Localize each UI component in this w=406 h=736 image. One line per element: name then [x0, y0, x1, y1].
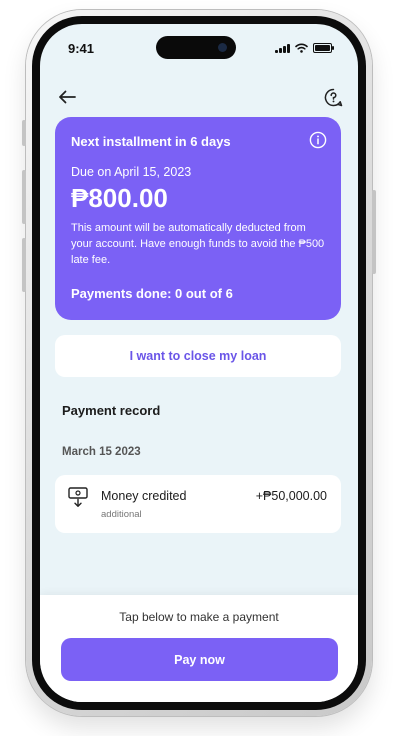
power-button [372, 190, 376, 274]
record-title: Money credited [101, 489, 187, 503]
wifi-icon [295, 43, 308, 53]
money-transfer-icon [68, 487, 88, 507]
deduction-note: This amount will be automatically deduct… [71, 222, 325, 266]
installment-card: Next installment in 6 days Due on April … [55, 117, 341, 320]
battery-icon [313, 43, 334, 53]
back-button[interactable] [56, 86, 78, 108]
action-button [22, 120, 26, 146]
camera-icon [218, 43, 227, 52]
help-icon [324, 88, 342, 106]
signal-icon [275, 43, 290, 53]
status-icons [275, 43, 334, 53]
payment-record-title: Payment record [62, 403, 161, 418]
back-arrow-icon [59, 90, 76, 104]
record-date: March 15 2023 [62, 446, 141, 458]
status-time: 9:41 [68, 41, 95, 56]
payment-bottom-bar: Tap below to make a payment Pay now [40, 595, 358, 702]
info-icon[interactable] [309, 131, 327, 149]
app-screen: 9:41 Next installment in 6 days Due on A… [40, 24, 358, 702]
payment-prompt: Tap below to make a payment [119, 610, 279, 624]
installment-heading: Next installment in 6 days [71, 134, 231, 149]
close-loan-button[interactable]: I want to close my loan [55, 335, 341, 377]
pay-now-button[interactable]: Pay now [61, 638, 338, 681]
phone-bezel: 9:41 Next installment in 6 days Due on A… [32, 16, 366, 710]
help-button[interactable] [322, 86, 344, 108]
payments-done: Payments done: 0 out of 6 [71, 286, 233, 301]
installment-amount: ₱800.00 [71, 183, 168, 213]
phone-frame: 9:41 Next installment in 6 days Due on A… [22, 10, 376, 716]
record-amount: +₱50,000.00 [255, 489, 327, 503]
dynamic-island [156, 36, 236, 59]
volume-down-button [22, 238, 26, 292]
volume-up-button [22, 170, 26, 224]
list-item[interactable]: Money credited additional +₱50,000.00 [55, 475, 341, 533]
record-subtitle: additional [101, 509, 142, 520]
due-date: Due on April 15, 2023 [71, 165, 192, 179]
